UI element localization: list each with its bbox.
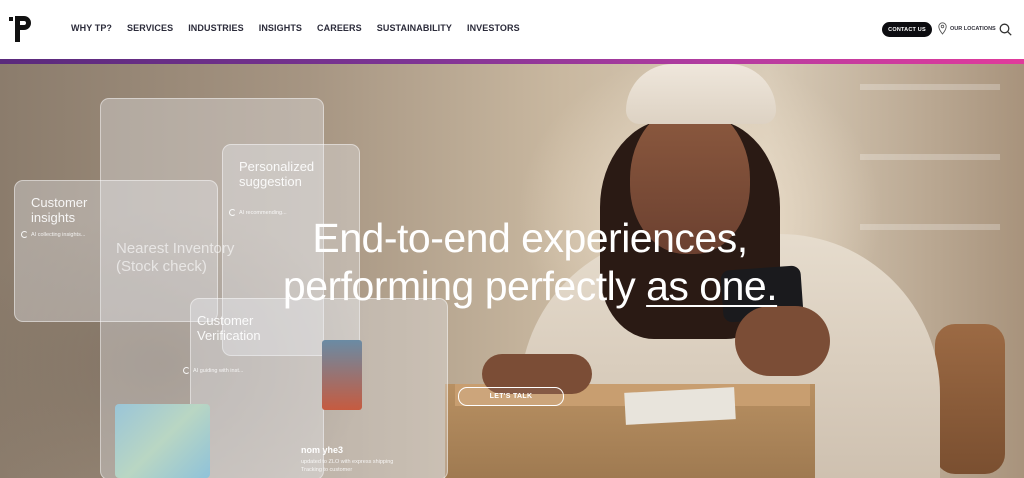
headline-line-2-prefix: performing perfectly bbox=[282, 263, 647, 309]
menu-item-careers[interactable]: CAREERS bbox=[317, 23, 362, 33]
menu-item-insights[interactable]: INSIGHTS bbox=[259, 23, 302, 33]
loading-spinner-icon bbox=[183, 367, 190, 374]
customer-insights-status: AI collecting insights... bbox=[21, 231, 85, 238]
shipping-update-tracking: Tracking to customer bbox=[301, 467, 353, 473]
menu-item-services[interactable]: SERVICES bbox=[127, 23, 173, 33]
search-icon[interactable] bbox=[999, 23, 1012, 36]
personalized-title-line2: suggestion bbox=[239, 174, 302, 189]
store-map-thumbnail bbox=[115, 404, 210, 478]
menu-item-industries[interactable]: INDUSTRIES bbox=[188, 23, 244, 33]
verification-status-text: AI guiding with inst... bbox=[193, 367, 244, 374]
background-shelf bbox=[860, 154, 1000, 160]
inventory-title-line1: Nearest Inventory bbox=[116, 240, 235, 257]
headline-underlined-word: as one. bbox=[646, 263, 778, 309]
verification-title-line1: Customer bbox=[197, 313, 254, 328]
shipping-update-detail: updated to ZLO with express shipping bbox=[301, 459, 394, 465]
menu-item-investors[interactable]: INVESTORS bbox=[467, 23, 520, 33]
verification-status: AI guiding with inst... bbox=[183, 367, 243, 374]
lets-talk-button[interactable]: LET'S TALK bbox=[458, 387, 564, 406]
product-photo bbox=[322, 340, 362, 410]
background-shelf bbox=[860, 224, 1000, 230]
contact-us-button[interactable]: CONTACT US bbox=[882, 22, 932, 37]
inventory-title: Nearest Inventory (Stock check) bbox=[116, 240, 234, 276]
inventory-title-line2: (Stock check) bbox=[116, 258, 207, 275]
hero-headline: End-to-end experiences, performing perfe… bbox=[230, 214, 830, 310]
shipping-update-title: nom yhe3 bbox=[301, 445, 344, 455]
our-locations-label: OUR LOCATIONS bbox=[950, 25, 996, 32]
shipping-label bbox=[624, 387, 736, 425]
verification-title-line2: Verification bbox=[197, 328, 261, 343]
hero-banner: Customer insights AI collecting insights… bbox=[0, 64, 1024, 478]
headline-line-2: performing perfectly as one. bbox=[230, 262, 830, 310]
menu-item-why-tp[interactable]: WHY TP? bbox=[71, 23, 112, 33]
our-locations-link[interactable]: OUR LOCATIONS bbox=[938, 22, 996, 35]
customer-insights-status-text: AI collecting insights... bbox=[31, 231, 86, 238]
top-navigation: WHY TP? SERVICES INDUSTRIES INSIGHTS CAR… bbox=[0, 0, 1024, 59]
menu-item-sustainability[interactable]: SUSTAINABILITY bbox=[377, 23, 452, 33]
customer-verification-panel: Customer Verification AI guiding with in… bbox=[183, 298, 448, 478]
headline-line-1: End-to-end experiences, bbox=[312, 215, 748, 261]
location-pin-icon bbox=[938, 22, 947, 35]
personalized-title-line1: Personalized bbox=[239, 159, 315, 174]
background-chair bbox=[935, 324, 1005, 474]
person-beanie bbox=[626, 64, 776, 124]
loading-spinner-icon bbox=[21, 231, 28, 238]
main-menu: WHY TP? SERVICES INDUSTRIES INSIGHTS CAR… bbox=[71, 23, 520, 33]
customer-insights-title-line2: insights bbox=[31, 210, 76, 225]
person-hand-right bbox=[735, 306, 830, 376]
tp-logo-icon[interactable] bbox=[9, 14, 33, 44]
customer-insights-title-line1: Customer bbox=[31, 195, 88, 210]
background-shelf bbox=[860, 84, 1000, 90]
